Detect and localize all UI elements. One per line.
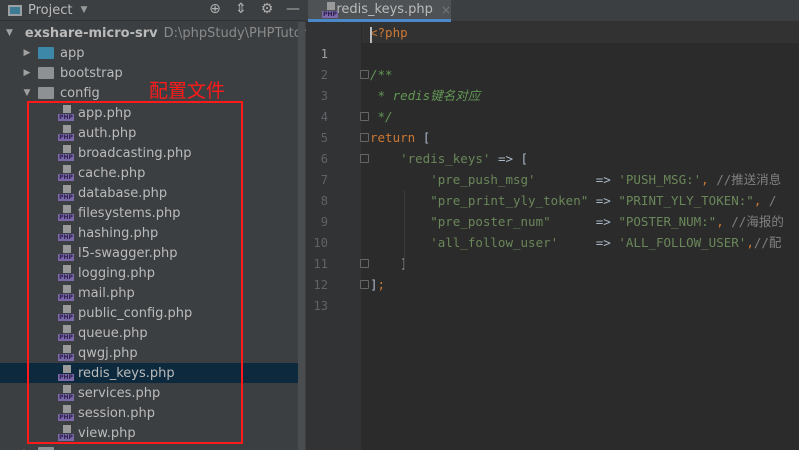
minimize-icon[interactable]: — <box>280 1 306 17</box>
code-token: 'ALL_FOLLOW_USER' <box>618 235 747 250</box>
code-token: => <box>535 172 619 187</box>
collapsed-arrow-icon[interactable]: ▶ <box>22 48 32 58</box>
fold-marker-icon[interactable] <box>360 259 369 268</box>
text-caret <box>370 27 372 43</box>
annotation-label: 配置文件 <box>149 80 226 102</box>
code-token: , <box>716 214 732 229</box>
tree-item-label: app <box>60 45 85 61</box>
line-number: 12 <box>313 278 328 292</box>
fold-marker-icon[interactable] <box>360 70 369 79</box>
expanded-arrow-icon[interactable]: ▼ <box>6 28 13 38</box>
dropdown-icon[interactable]: ▼ <box>80 5 87 15</box>
line-number: 11 <box>313 257 328 271</box>
line-number: 7 <box>320 173 328 187</box>
editor-tabs: redis_keys.php × <box>306 0 799 22</box>
code-token: //推送消息 <box>716 172 782 187</box>
tree-item-partial[interactable]: ▶ <box>0 443 300 450</box>
code-line: */ <box>370 106 393 127</box>
collapsed-arrow-icon[interactable]: ▶ <box>22 68 32 78</box>
expanded-arrow-icon[interactable]: ▼ <box>22 88 32 98</box>
code-token: /** <box>370 67 393 82</box>
code-line: ]; <box>370 274 385 295</box>
line-number: 9 <box>320 215 328 229</box>
code-line: 'redis_keys' => [ <box>370 148 528 169</box>
folder-icon <box>38 87 54 99</box>
collapse-icon[interactable]: ⇕ <box>228 1 254 17</box>
code-token: => <box>550 214 619 229</box>
gear-icon[interactable]: ⚙ <box>254 1 280 17</box>
code-line: "pre_print_yly_token" => "PRINT_YLY_TOKE… <box>370 190 776 211</box>
code-line: 'all_follow_user' => 'ALL_FOLLOW_USER',/… <box>370 232 781 253</box>
code-token: => <box>588 193 619 208</box>
code-token: //配 <box>753 235 782 250</box>
fold-marker-icon[interactable] <box>360 133 369 142</box>
project-panel: Project ▼ ⊕ ⇕ ⚙ — ▼ exshare-micro-srv D:\p… <box>0 0 306 450</box>
annotation-box <box>27 101 243 444</box>
code-line: /** <box>370 64 393 85</box>
code-token: 'pre_push_msg' <box>370 172 536 187</box>
code-token: "pre_print_yly_token" <box>370 193 589 208</box>
target-icon[interactable]: ⊕ <box>202 1 228 17</box>
scrollbar[interactable] <box>298 22 305 450</box>
project-window-icon <box>8 4 22 16</box>
code-token: => <box>558 235 619 250</box>
fold-marker-icon[interactable] <box>360 154 369 163</box>
current-line-highlight <box>362 22 799 43</box>
line-number: 4 <box>320 110 328 124</box>
line-number: 1 <box>320 47 328 61</box>
code-token: <?php <box>370 25 408 40</box>
code-line: return [ <box>370 127 430 148</box>
code-token: => [ <box>490 151 529 166</box>
code-token: "POSTER_NUM:" <box>618 214 717 229</box>
code-token: 'redis_keys' <box>370 151 491 166</box>
fold-marker-icon[interactable] <box>360 280 369 289</box>
code-token: 'all_follow_user' <box>370 235 559 250</box>
php-file-icon <box>322 1 339 18</box>
editor: redis_keys.php × 12345678910111213 <?php… <box>306 0 799 450</box>
fold-marker-icon[interactable] <box>360 112 369 121</box>
tree-item[interactable]: ▶ app <box>0 43 300 63</box>
code-token: 'PUSH_MSG:' <box>618 172 702 187</box>
project-panel-header: Project ▼ ⊕ ⇕ ⚙ — <box>0 0 306 21</box>
code-line: * redis键名对应 <box>370 85 481 106</box>
code-token: ; <box>377 277 386 292</box>
code-token: */ <box>370 109 393 124</box>
code-token: "pre_poster_num" <box>370 214 551 229</box>
line-gutter: 1 2 3 4 5 6 7 8 9 10 11 12 13 <box>306 22 361 450</box>
indent-guide <box>404 190 405 270</box>
project-path: D:\phpStudy\PHPTutorial\W <box>163 25 306 41</box>
line-number: 6 <box>320 152 328 166</box>
code-token: return <box>370 130 423 145</box>
project-title[interactable]: Project <box>28 3 72 18</box>
folder-icon <box>38 67 54 79</box>
code-token: //海报的 <box>731 214 784 229</box>
line-number: 3 <box>320 89 328 103</box>
code-line: ] <box>370 253 408 274</box>
code-line: <?php <box>370 22 408 43</box>
code-token: , <box>746 235 754 250</box>
code-token: , <box>753 193 769 208</box>
folder-icon <box>38 47 54 59</box>
code-token: * redis键名对应 <box>370 88 481 103</box>
line-number: 2 <box>320 68 328 82</box>
code-token: / <box>768 193 777 208</box>
code-token: ] <box>370 277 378 292</box>
close-icon[interactable]: × <box>441 3 451 17</box>
code-line: 'pre_push_msg' => 'PUSH_MSG:', //推送消息 <box>370 169 781 190</box>
code-token: "PRINT_YLY_TOKEN:" <box>618 193 754 208</box>
line-number: 13 <box>313 299 328 313</box>
code-token: , <box>701 172 717 187</box>
line-number: 5 <box>320 131 328 145</box>
code-token: [ <box>422 130 431 145</box>
tree-item-label: bootstrap <box>60 65 123 81</box>
tree-item-label: config <box>60 85 100 101</box>
tree-item[interactable]: ▼ exshare-micro-srv D:\phpStudy\PHPTutoria… <box>0 23 306 43</box>
tree-item-label: exshare-micro-srv <box>24 25 158 41</box>
tab-redis-keys[interactable]: redis_keys.php × <box>308 0 451 22</box>
line-number: 8 <box>320 194 328 208</box>
code-token: ] <box>370 256 408 271</box>
line-number: 10 <box>313 236 328 250</box>
code-line: "pre_poster_num" => "POSTER_NUM:", //海报的 <box>370 211 784 232</box>
tab-label: redis_keys.php <box>336 2 433 17</box>
